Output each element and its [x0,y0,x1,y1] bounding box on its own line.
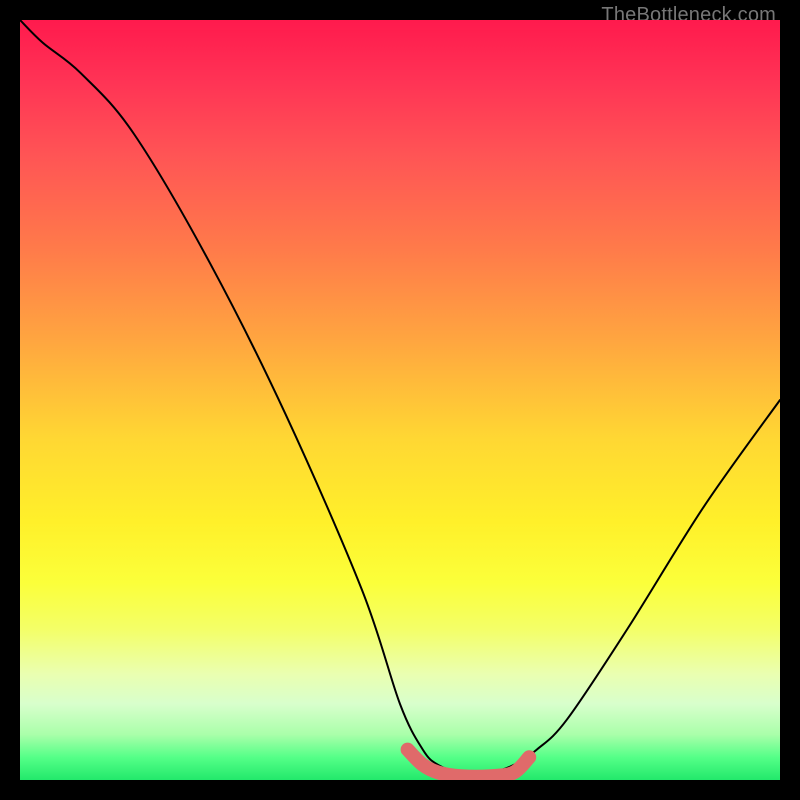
chart-svg [20,20,780,780]
plot-area [20,20,780,780]
chart-container: TheBottleneck.com [0,0,800,800]
bottleneck-curve-line [20,20,780,773]
